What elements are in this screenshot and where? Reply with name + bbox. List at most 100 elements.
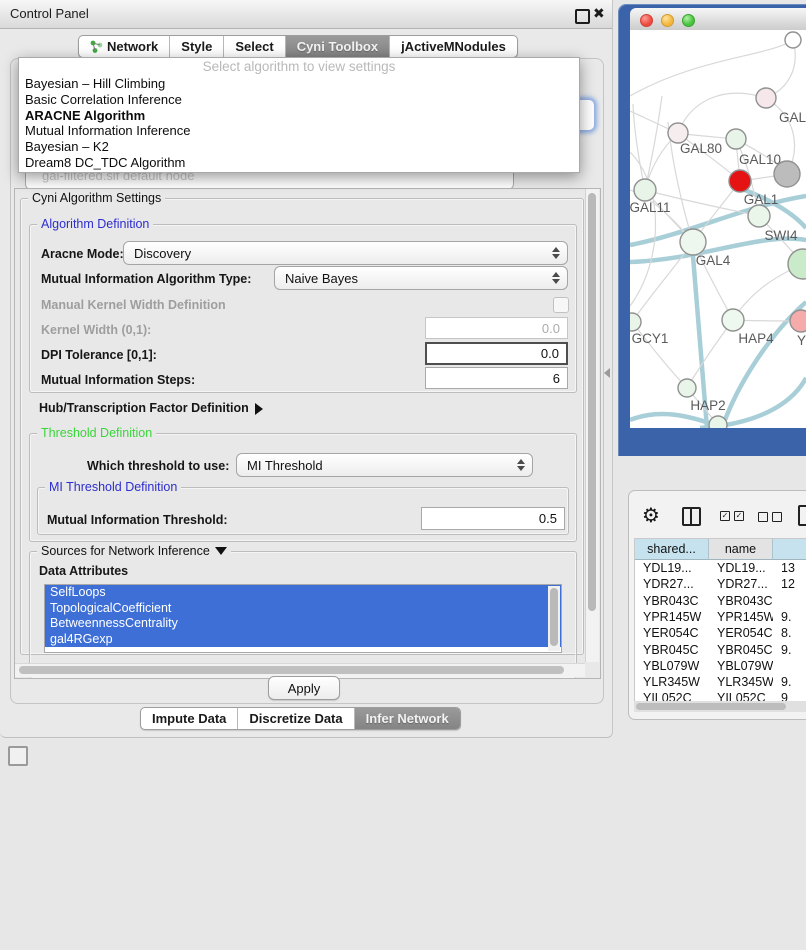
- dpi-tolerance-field[interactable]: 0.0: [425, 342, 568, 365]
- partial-icon: [8, 746, 28, 766]
- hub-section-toggle[interactable]: Hub/Transcription Factor Definition: [39, 401, 263, 415]
- dropdown-item[interactable]: ARACNE Algorithm: [19, 108, 579, 124]
- field-value: 0.0: [542, 321, 560, 336]
- splitter-handle[interactable]: [604, 368, 610, 378]
- network-node-hap2[interactable]: [678, 379, 696, 397]
- network-node-gal[interactable]: [756, 88, 776, 108]
- network-edge[interactable]: [678, 93, 766, 133]
- apply-button[interactable]: Apply: [268, 676, 340, 700]
- tab-style[interactable]: Style: [170, 36, 224, 57]
- zoom-traffic-light-icon[interactable]: [682, 14, 695, 27]
- column-header[interactable]: [773, 539, 806, 560]
- tab-select[interactable]: Select: [224, 36, 285, 57]
- node-label: GAL4: [696, 253, 731, 268]
- export-table-icon[interactable]: [798, 505, 806, 526]
- table-horizontal-scrollbar[interactable]: [634, 701, 806, 712]
- table-cell: YER054C: [709, 625, 773, 641]
- which-threshold-combo[interactable]: MI Threshold: [236, 453, 533, 477]
- table-cell: YBR045C: [635, 642, 709, 658]
- network-edge[interactable]: [630, 152, 656, 306]
- network-edge[interactable]: [632, 242, 693, 322]
- attribute-list-item[interactable]: TopologicalCoefficient: [45, 601, 561, 617]
- network-node-gal10[interactable]: [726, 129, 746, 149]
- data-attributes-list[interactable]: SelfLoopsTopologicalCoefficientBetweenne…: [44, 584, 562, 653]
- network-node-hap4[interactable]: [722, 309, 744, 331]
- tab-impute-data[interactable]: Impute Data: [141, 708, 238, 729]
- table-row[interactable]: YBL079WYBL079W: [635, 658, 806, 674]
- network-node[interactable]: [785, 32, 801, 48]
- kernel-width-field[interactable]: 0.0: [425, 317, 568, 339]
- node-label: SWI4: [764, 228, 797, 243]
- mi-type-combo[interactable]: Naive Bayes: [274, 266, 568, 290]
- tab-cyni-toolbox[interactable]: Cyni Toolbox: [286, 36, 390, 57]
- table-row[interactable]: YER054CYER054C8.: [635, 625, 806, 641]
- attribute-list-item[interactable]: SelfLoops: [45, 585, 561, 601]
- collapse-down-icon: [215, 547, 227, 555]
- group-title: Threshold Definition: [37, 426, 156, 440]
- tab-discretize-data[interactable]: Discretize Data: [238, 708, 354, 729]
- network-node[interactable]: [774, 161, 800, 187]
- table-cell: YBR043C: [709, 593, 773, 609]
- dropdown-item[interactable]: Bayesian – Hill Climbing: [19, 76, 579, 92]
- network-edge[interactable]: [630, 40, 793, 96]
- network-node-gcy1[interactable]: [630, 313, 641, 331]
- tab-jactivemnodules[interactable]: jActiveMNodules: [390, 36, 517, 57]
- table-row[interactable]: YLR345WYLR345W9.: [635, 674, 806, 690]
- columns-icon[interactable]: [682, 507, 701, 526]
- close-icon[interactable]: ✖: [593, 5, 605, 22]
- network-node-swi4[interactable]: [748, 205, 770, 227]
- tab-label: jActiveMNodules: [401, 39, 506, 54]
- dropdown-item[interactable]: Bayesian – K2: [19, 139, 579, 155]
- field-value: 0.5: [539, 511, 557, 526]
- node-label: GCY1: [632, 331, 669, 346]
- close-traffic-light-icon[interactable]: [640, 14, 653, 27]
- tab-infer-network[interactable]: Infer Network: [355, 708, 460, 729]
- tab-label: Network: [107, 39, 158, 54]
- table-cell: YBR045C: [709, 642, 773, 658]
- dropdown-item[interactable]: Basic Correlation Inference: [19, 92, 579, 108]
- mi-steps-field[interactable]: 6: [425, 367, 568, 389]
- mi-threshold-field[interactable]: 0.5: [421, 507, 565, 530]
- network-node-gal80[interactable]: [668, 123, 688, 143]
- table-row[interactable]: YBR045CYBR045C9.: [635, 642, 806, 658]
- network-edge[interactable]: [645, 96, 662, 190]
- group-title: Cyni Algorithm Settings: [28, 191, 165, 205]
- field-value: 6: [553, 371, 560, 386]
- table-cell: YDR27...: [709, 576, 773, 592]
- table-cell: YPR145W: [709, 609, 773, 625]
- node-table[interactable]: shared...name YDL19...YDL19...13YDR27...…: [634, 538, 806, 702]
- network-node-y[interactable]: [790, 310, 806, 332]
- deselect-all-columns-icon[interactable]: [758, 512, 782, 522]
- manual-kernel-checkbox[interactable]: [553, 297, 569, 313]
- network-edge[interactable]: [687, 320, 733, 388]
- table-row[interactable]: YDR27...YDR27...12: [635, 576, 806, 592]
- aracne-mode-combo[interactable]: Discovery: [123, 241, 568, 265]
- gear-icon[interactable]: ⚙: [642, 503, 660, 528]
- data-attributes-label: Data Attributes: [39, 564, 128, 578]
- node-label: HAP2: [690, 398, 725, 413]
- table-cell: YBL079W: [709, 658, 773, 674]
- settings-vertical-scrollbar[interactable]: [585, 189, 599, 662]
- settings-horizontal-scrollbar[interactable]: [15, 663, 585, 677]
- dropdown-item[interactable]: Dream8 DC_TDC Algorithm: [19, 155, 579, 171]
- float-window-icon[interactable]: [575, 9, 590, 24]
- minimize-traffic-light-icon[interactable]: [661, 14, 674, 27]
- network-node-gal1[interactable]: [729, 170, 751, 192]
- network-node-gal11[interactable]: [634, 179, 656, 201]
- network-node[interactable]: [709, 416, 727, 428]
- column-header[interactable]: name: [709, 539, 773, 560]
- dropdown-item[interactable]: Mutual Information Inference: [19, 123, 579, 139]
- attribute-list-item[interactable]: BetweennessCentrality: [45, 616, 561, 632]
- network-canvas[interactable]: GALGAL80GAL10GAL1GAL11SWI4GAL4GCY1HAP4YH…: [630, 30, 806, 428]
- attribute-list-item[interactable]: gal4RGexp: [45, 632, 561, 648]
- column-header[interactable]: shared...: [635, 539, 709, 560]
- select-all-columns-icon[interactable]: ✓✓: [720, 511, 744, 521]
- tab-network[interactable]: Network: [79, 36, 170, 57]
- table-row[interactable]: YBR043CYBR043C: [635, 593, 806, 609]
- dpi-tolerance-label: DPI Tolerance [0,1]:: [41, 348, 157, 362]
- list-scrollbar[interactable]: [548, 586, 560, 651]
- table-row[interactable]: YPR145WYPR145W9.: [635, 609, 806, 625]
- table-row[interactable]: YDL19...YDL19...13: [635, 560, 806, 576]
- network-node-gal4[interactable]: [680, 229, 706, 255]
- network-node[interactable]: [788, 249, 806, 279]
